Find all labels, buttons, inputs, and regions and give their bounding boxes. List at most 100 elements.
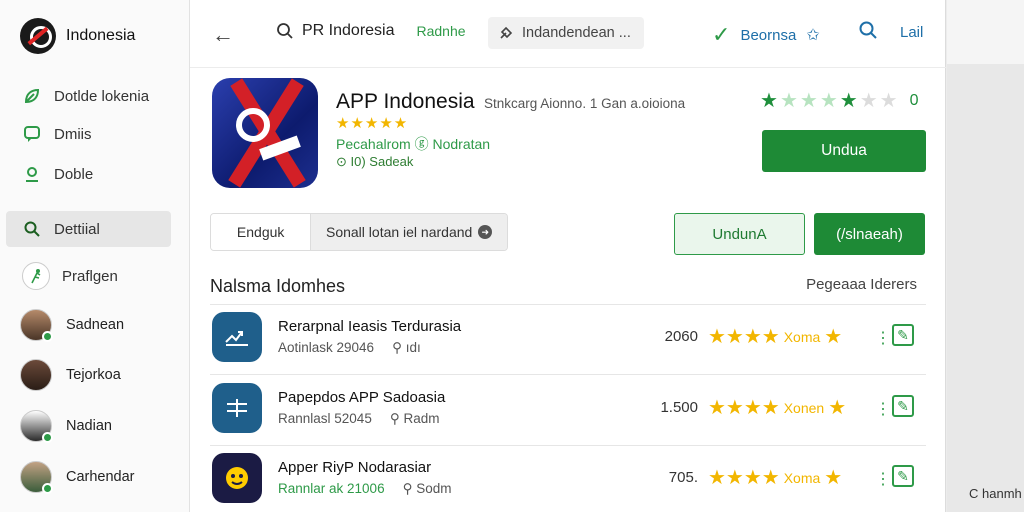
- brand-title: Indonesia: [66, 27, 136, 44]
- chip-label: Indandendean ...: [522, 25, 631, 41]
- chevron-right-icon: ➜: [478, 225, 493, 239]
- list-item-title: Apper RiyP Nodarasiar: [278, 459, 432, 476]
- footer-text: C hanmh: [969, 486, 1022, 501]
- topbar-account[interactable]: ✓ Beornsa ✩: [712, 22, 820, 48]
- contact-name: Nadian: [66, 418, 112, 434]
- list-item-star-label: Xoma: [783, 328, 821, 345]
- list-item-meta2: Radm: [403, 411, 440, 426]
- sidebar-item-label: Dettiial: [54, 220, 100, 238]
- contact-item[interactable]: Sadnean: [20, 309, 125, 342]
- online-badge: [42, 483, 53, 494]
- more-icon[interactable]: ⋮: [875, 328, 891, 348]
- app-logo-icon: [212, 78, 318, 188]
- brand[interactable]: Indonesia: [20, 18, 135, 54]
- divider: [210, 445, 926, 446]
- runner-icon: [22, 262, 50, 290]
- section-link[interactable]: Pegeaaa Iderers: [806, 276, 917, 293]
- contact-name: Sadnean: [66, 317, 125, 333]
- secondary-action-button[interactable]: UndunA: [674, 213, 805, 255]
- check-icon: ✓: [712, 22, 731, 47]
- sidebar-item-search[interactable]: Dettiial: [6, 211, 171, 247]
- star-icon: ✩: [806, 27, 820, 44]
- rating-star-icon: ★: [760, 90, 778, 112]
- rating-star-icon: ★: [819, 90, 838, 112]
- list-item-star-label: Xonen: [783, 399, 825, 416]
- tab-second[interactable]: Sonall lotan iel nardand ➜: [310, 214, 507, 250]
- sidebar-item-chat[interactable]: Dmiis: [6, 116, 171, 152]
- list-item-meta2: Sodm: [416, 481, 452, 496]
- back-arrow-icon[interactable]: ←: [212, 22, 234, 48]
- main-panel: ← PR Indoresia Radnhe Indandendean ... ✓…: [190, 0, 946, 512]
- list-item-subtitle: Aotinlask 29046 ⚲ ıdı: [278, 340, 421, 356]
- list-item-search-meta: ⚲ ıdı: [392, 340, 421, 356]
- app-install-note: ⊙ I0) Sadeak: [336, 154, 414, 169]
- sidebar-item-label: Dotlde lokenia: [54, 87, 150, 105]
- list-item-count: 1.500: [660, 399, 698, 416]
- contact-item[interactable]: Tejorkoa: [20, 359, 121, 391]
- list-item-subtitle: Rannlasl 52045 ⚲ Radm: [278, 411, 440, 427]
- search-icon: ⚲: [402, 481, 413, 496]
- right-gutter-header: [947, 0, 1024, 64]
- sidebar-item-label: Praflgen: [62, 267, 118, 285]
- install-button[interactable]: Undua: [762, 130, 926, 172]
- topbar-link[interactable]: Lail: [900, 24, 923, 41]
- list-item-title: Rerarpnal Ieasis Terdurasia: [278, 318, 462, 335]
- app-rating-stars: ★★★★★: [336, 115, 409, 132]
- search-filter[interactable]: Radnhe: [417, 23, 466, 39]
- search-query: PR Indoresia: [302, 22, 395, 39]
- list-item-meta: Rannlasl 52045: [278, 411, 372, 426]
- list-item[interactable]: Apper RiyP Nodarasiar Rannlar ak 21006 ⚲…: [210, 447, 926, 512]
- sidebar-item-runner[interactable]: Praflgen: [6, 258, 171, 294]
- list-item-title: Papepdos APP Sadoasia: [278, 389, 446, 406]
- sidebar-item-label: Dmiis: [54, 125, 92, 143]
- divider: [210, 374, 926, 375]
- sidebar: Indonesia Dotlde lokenia Dmiis Doble Det…: [0, 0, 190, 512]
- online-badge: [42, 331, 53, 342]
- list-item-stars: ★★★★ Xonen ★: [708, 397, 847, 419]
- app-developer-link[interactable]: Pecahalrom ⓖ Nodratan: [336, 134, 490, 154]
- rating-summary: ★ ★ ★ ★ ★ ★ ★ 0: [760, 88, 918, 113]
- list-item-meta: Rannlar ak 21006: [278, 481, 385, 496]
- contact-item[interactable]: Nadian: [20, 410, 112, 443]
- brand-logo-icon: [20, 18, 56, 54]
- pin-icon: [22, 164, 42, 184]
- game-app-icon: [212, 453, 262, 503]
- leaf-icon: [22, 86, 42, 106]
- app-title: APP Indonesia: [336, 90, 475, 113]
- contact-item[interactable]: Carhendar: [20, 461, 135, 494]
- divider: [210, 304, 926, 305]
- primary-action-button[interactable]: (/slnaeah): [814, 213, 925, 255]
- online-badge: [42, 432, 53, 443]
- more-icon[interactable]: ⋮: [875, 399, 891, 419]
- search-icon: [22, 219, 42, 239]
- sidebar-item-pin[interactable]: Doble: [6, 156, 171, 192]
- edit-icon[interactable]: ✎: [892, 465, 914, 487]
- topbar-right-label: Beornsa: [740, 26, 797, 44]
- list-item-count: 705.: [668, 469, 698, 486]
- avatar: [20, 359, 52, 391]
- tab-first[interactable]: Endguk: [211, 214, 311, 250]
- list-item-search-meta: ⚲ Sodm: [403, 481, 452, 497]
- search-icon: ⚲: [389, 411, 400, 426]
- more-icon[interactable]: ⋮: [875, 469, 891, 489]
- rating-value: 0: [909, 91, 919, 109]
- edit-icon[interactable]: ✎: [892, 395, 914, 417]
- list-item[interactable]: Rerarpnal Ieasis Terdurasia Aotinlask 29…: [210, 306, 926, 372]
- list-item[interactable]: Papepdos APP Sadoasia Rannlasl 52045 ⚲ R…: [210, 377, 926, 443]
- list-item-stars: ★★★★ Xoma ★: [708, 326, 843, 348]
- search-button-icon[interactable]: [858, 20, 878, 46]
- tab-label: Sonall lotan iel nardand: [325, 224, 473, 240]
- rating-star-icon: ★: [799, 90, 818, 112]
- secondary-search-chip[interactable]: Indandendean ...: [488, 17, 644, 49]
- edit-icon[interactable]: ✎: [892, 324, 914, 346]
- sidebar-item-leaf[interactable]: Dotlde lokenia: [6, 78, 171, 114]
- contact-name: Carhendar: [66, 469, 135, 485]
- sidebar-item-label: Doble: [54, 165, 94, 183]
- chat-icon: [22, 124, 42, 144]
- avatar: [20, 410, 53, 443]
- list-item-count: 2060: [664, 328, 698, 345]
- tab-label: Endguk: [236, 224, 285, 240]
- search-bar[interactable]: PR Indoresia Radnhe: [276, 22, 466, 40]
- top-bar: ← PR Indoresia Radnhe Indandendean ... ✓…: [190, 0, 946, 68]
- pin-tag-icon: [500, 26, 513, 39]
